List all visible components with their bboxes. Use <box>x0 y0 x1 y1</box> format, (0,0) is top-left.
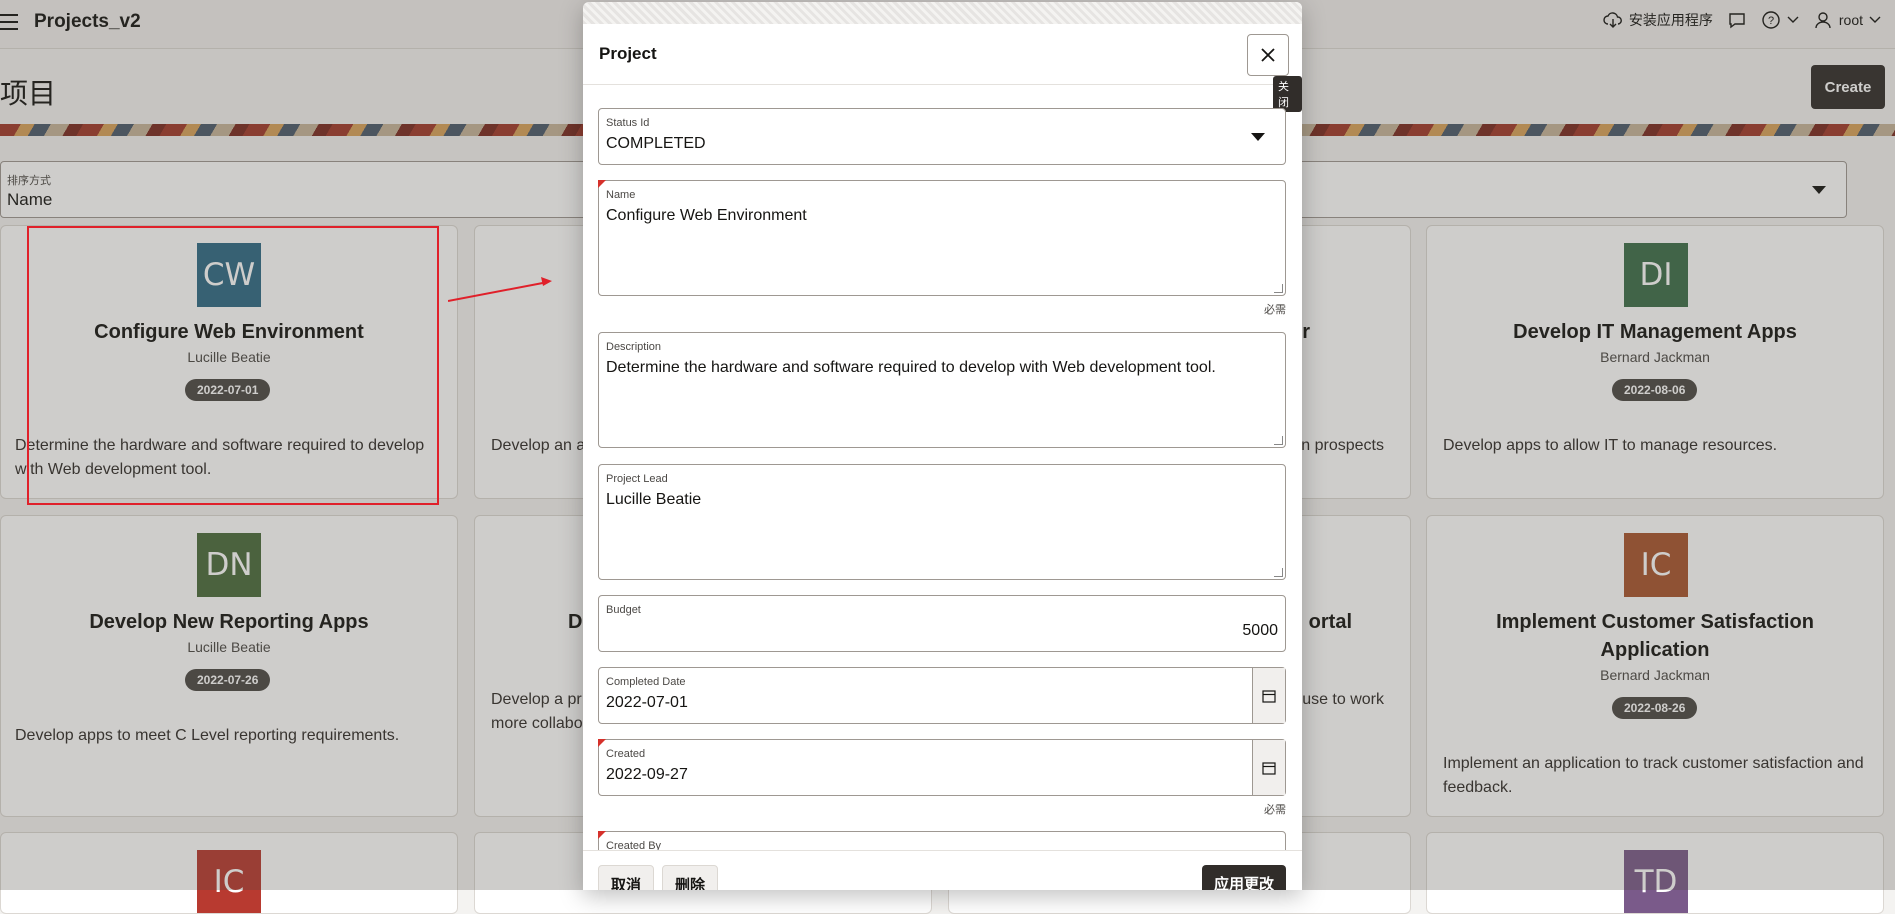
project-lead-value: Lucille Beatie <box>606 491 702 508</box>
name-field[interactable]: Name Configure Web Environment <box>598 180 1286 296</box>
description-field[interactable]: Description Determine the hardware and s… <box>598 332 1286 448</box>
completed-date-value: 2022-07-01 <box>606 694 688 711</box>
close-tooltip: 关闭 <box>1273 76 1302 112</box>
status-label: Status Id <box>606 117 650 129</box>
status-value: COMPLETED <box>606 135 706 152</box>
caret-down-icon <box>1251 133 1265 141</box>
close-icon <box>1261 48 1275 62</box>
calendar-icon <box>1262 761 1276 775</box>
calendar-button[interactable] <box>1252 668 1285 723</box>
annotation-highlight-box <box>27 226 439 505</box>
resize-handle[interactable] <box>1274 568 1283 577</box>
description-value: Determine the hardware and software requ… <box>606 359 1216 376</box>
description-label: Description <box>606 341 662 353</box>
project-lead-field[interactable]: Project Lead Lucille Beatie <box>598 464 1286 580</box>
completed-date-field[interactable]: Completed Date 2022-07-01 <box>598 667 1286 724</box>
budget-label: Budget <box>606 604 641 616</box>
delete-button[interactable]: 删除 <box>662 865 719 890</box>
completed-date-label: Completed Date <box>606 676 686 688</box>
resize-handle[interactable] <box>1274 436 1283 445</box>
name-label: Name <box>606 189 636 201</box>
dialog-header: Project <box>583 24 1302 85</box>
project-lead-label: Project Lead <box>606 473 668 485</box>
created-date-value: 2022-09-27 <box>606 766 688 783</box>
cancel-button[interactable]: 取消 <box>598 865 655 890</box>
budget-value: 5000 <box>1242 622 1278 639</box>
annotation-arrow-icon <box>448 277 552 302</box>
dialog-title: Project <box>599 44 657 63</box>
budget-field[interactable]: Budget 5000 <box>598 595 1286 652</box>
status-select[interactable]: Status Id COMPLETED <box>598 108 1286 165</box>
calendar-button[interactable] <box>1252 740 1285 795</box>
dialog-footer: 取消 删除 应用更改 <box>583 850 1302 890</box>
calendar-icon <box>1262 689 1276 703</box>
project-dialog: Project 关闭 Status Id COMPLETED Name Conf… <box>583 2 1302 890</box>
dialog-drag-handle[interactable] <box>583 2 1302 24</box>
resize-handle[interactable] <box>1274 284 1283 293</box>
close-button[interactable] <box>1247 34 1289 76</box>
apply-changes-button[interactable]: 应用更改 <box>1201 865 1286 890</box>
required-note: 必需 <box>1264 804 1286 816</box>
name-value: Configure Web Environment <box>606 207 807 224</box>
created-date-field[interactable]: Created 2022-09-27 <box>598 739 1286 796</box>
required-note: 必需 <box>1264 304 1286 316</box>
created-date-label: Created <box>606 748 646 760</box>
